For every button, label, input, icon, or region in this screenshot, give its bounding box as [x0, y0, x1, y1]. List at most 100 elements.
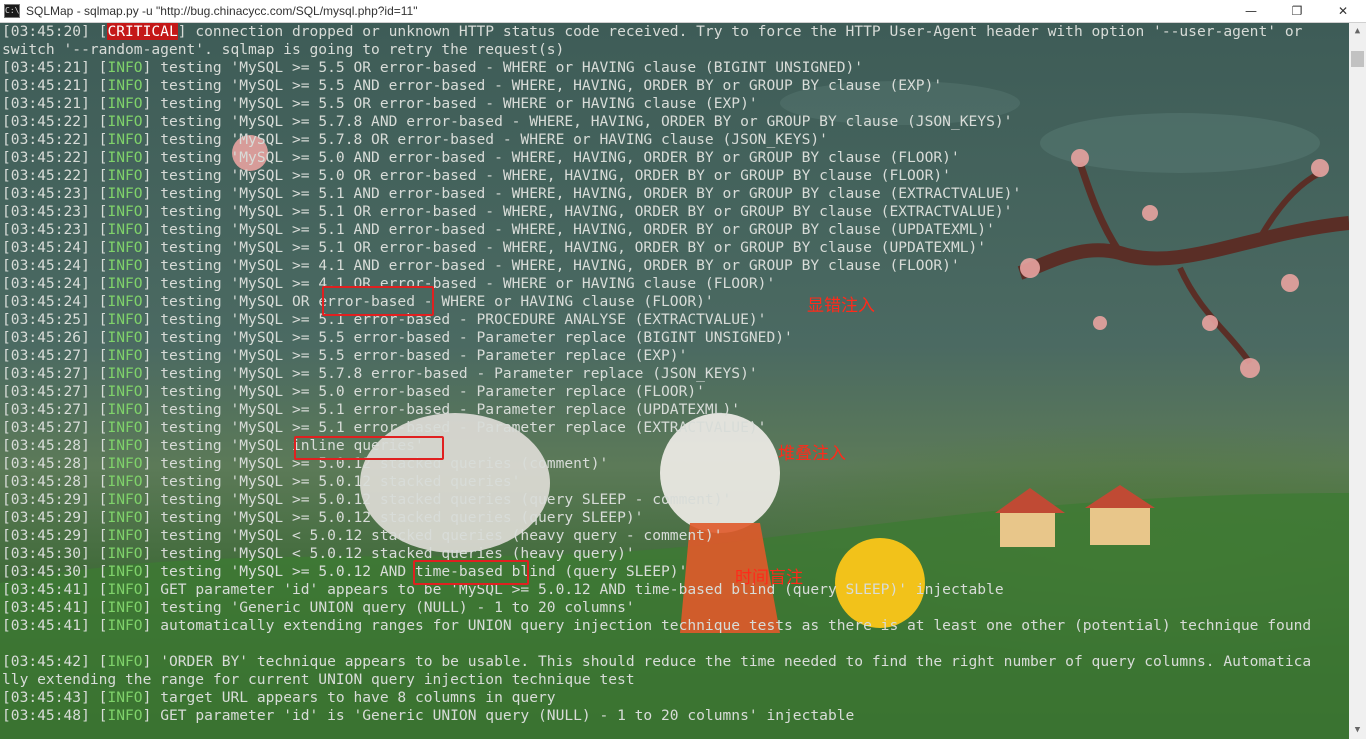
- log-timestamp: [03:45:24]: [2, 257, 90, 274]
- log-level: INFO: [107, 581, 143, 598]
- log-timestamp: [03:45:28]: [2, 455, 90, 472]
- log-level: INFO: [107, 95, 143, 112]
- log-level: INFO: [107, 401, 143, 418]
- log-level: INFO: [107, 275, 143, 292]
- close-button[interactable]: ✕: [1320, 0, 1366, 22]
- log-level: INFO: [107, 131, 143, 148]
- log-timestamp: [03:45:27]: [2, 419, 90, 436]
- minimize-button[interactable]: —: [1228, 0, 1274, 22]
- log-level: INFO: [107, 77, 143, 94]
- log-line: [03:45:22] [INFO] testing 'MySQL >= 5.0 …: [2, 167, 951, 184]
- log-line: [03:45:24] [INFO] testing 'MySQL >= 4.1 …: [2, 275, 776, 292]
- log-level: INFO: [107, 185, 143, 202]
- log-line: [03:45:21] [INFO] testing 'MySQL >= 5.5 …: [2, 59, 864, 76]
- log-line: switch '--random-agent'. sqlmap is going…: [2, 41, 1311, 59]
- log-message: testing 'MySQL >= 5.7.8 error-based - Pa…: [151, 365, 758, 382]
- log-line: [03:45:25] [INFO] testing 'MySQL >= 5.1 …: [2, 311, 767, 328]
- log-line: [03:45:30] [INFO] testing 'MySQL < 5.0.1…: [2, 545, 635, 562]
- highlight-inline-queries: [294, 436, 444, 460]
- log-level: INFO: [107, 59, 143, 76]
- log-message: testing 'MySQL >= 5.1 error-based - PROC…: [151, 311, 767, 328]
- console-output[interactable]: [03:45:20] [CRITICAL] connection dropped…: [0, 23, 1349, 739]
- log-timestamp: [03:45:30]: [2, 545, 90, 562]
- log-message: GET parameter 'id' appears to be 'MySQL …: [151, 581, 1004, 598]
- log-message: testing 'Generic UNION query (NULL) - 1 …: [151, 599, 635, 616]
- log-message: testing 'MySQL >= 5.7.8 AND error-based …: [151, 113, 1013, 130]
- log-level: INFO: [107, 707, 143, 724]
- log-timestamp: [03:45:42]: [2, 653, 90, 670]
- log-message: testing 'MySQL >= 5.0.12 stacked queries…: [151, 509, 644, 526]
- log-line: [03:45:28] [INFO] testing 'MySQL inline …: [2, 437, 424, 454]
- log-message: testing 'MySQL >= 5.5 OR error-based - W…: [151, 95, 758, 112]
- window-title: SQLMap - sqlmap.py -u "http://bug.chinac…: [26, 4, 418, 18]
- log-timestamp: [03:45:28]: [2, 473, 90, 490]
- log-line: [03:45:22] [INFO] testing 'MySQL >= 5.0 …: [2, 149, 960, 166]
- log-line: [03:45:41] [INFO] automatically extendin…: [2, 617, 1312, 634]
- log-message: testing 'MySQL >= 5.5 OR error-based - W…: [151, 59, 864, 76]
- console-icon: C:\: [4, 4, 20, 18]
- scroll-down-icon[interactable]: ▼: [1349, 722, 1366, 739]
- log-line: [03:45:48] [INFO] GET parameter 'id' is …: [2, 707, 855, 724]
- log-timestamp: [03:45:22]: [2, 113, 90, 130]
- log-timestamp: [03:45:27]: [2, 347, 90, 364]
- log-level: INFO: [107, 617, 143, 634]
- title-bar: C:\ SQLMap - sqlmap.py -u "http://bug.ch…: [0, 0, 1366, 23]
- log-line: [03:45:21] [INFO] testing 'MySQL >= 5.5 …: [2, 95, 758, 112]
- log-message: testing 'MySQL >= 5.1 error-based - Para…: [151, 419, 767, 436]
- log-message: testing 'MySQL >= 5.0 AND error-based - …: [151, 149, 960, 166]
- scroll-thumb[interactable]: [1351, 51, 1364, 67]
- window-controls: — ❐ ✕: [1228, 0, 1366, 22]
- log-line: [03:45:30] [INFO] testing 'MySQL >= 5.0.…: [2, 563, 688, 580]
- log-timestamp: [03:45:41]: [2, 581, 90, 598]
- log-timestamp: [03:45:43]: [2, 689, 90, 706]
- log-level: INFO: [107, 167, 143, 184]
- log-line: [03:45:28] [INFO] testing 'MySQL >= 5.0.…: [2, 455, 609, 472]
- log-level: INFO: [107, 347, 143, 364]
- log-line: [03:45:26] [INFO] testing 'MySQL >= 5.5 …: [2, 329, 793, 346]
- log-line: [03:45:29] [INFO] testing 'MySQL >= 5.0.…: [2, 491, 732, 508]
- log-message: testing 'MySQL >= 5.0 OR error-based - W…: [151, 167, 951, 184]
- log-timestamp: [03:45:30]: [2, 563, 90, 580]
- log-timestamp: [03:45:23]: [2, 185, 90, 202]
- log-level: INFO: [107, 653, 143, 670]
- log-level: INFO: [107, 419, 143, 436]
- log-level: INFO: [107, 113, 143, 130]
- log-level: INFO: [107, 149, 143, 166]
- log-message: testing 'MySQL >= 5.7.8 OR error-based -…: [151, 131, 828, 148]
- log-timestamp: [03:45:29]: [2, 527, 90, 544]
- log-timestamp: [03:45:29]: [2, 491, 90, 508]
- log-line: [03:45:23] [INFO] testing 'MySQL >= 5.1 …: [2, 185, 1022, 202]
- restore-button[interactable]: ❐: [1274, 0, 1320, 22]
- log-timestamp: [03:45:41]: [2, 599, 90, 616]
- log-line: [03:45:27] [INFO] testing 'MySQL >= 5.0 …: [2, 383, 705, 400]
- log-timestamp: [03:45:29]: [2, 509, 90, 526]
- vertical-scrollbar[interactable]: ▲ ▼: [1349, 23, 1366, 739]
- log-timestamp: [03:45:24]: [2, 239, 90, 256]
- log-level: INFO: [107, 239, 143, 256]
- log-line: [03:45:27] [INFO] testing 'MySQL >= 5.1 …: [2, 401, 741, 418]
- log-timestamp: [03:45:28]: [2, 437, 90, 454]
- log-level: INFO: [107, 311, 143, 328]
- scroll-up-icon[interactable]: ▲: [1349, 23, 1366, 40]
- log-message: testing 'MySQL >= 4.1 AND error-based - …: [151, 257, 960, 274]
- log-message: 'ORDER BY' technique appears to be usabl…: [151, 653, 1312, 670]
- log-level: INFO: [107, 203, 143, 220]
- log-level: INFO: [107, 257, 143, 274]
- log-level: CRITICAL: [107, 23, 178, 40]
- highlight-error-based: [322, 286, 434, 316]
- log-line: [03:45:22] [INFO] testing 'MySQL >= 5.7.…: [2, 131, 828, 148]
- log-message: switch '--random-agent'. sqlmap is going…: [2, 41, 565, 58]
- log-message: GET parameter 'id' is 'Generic UNION que…: [151, 707, 855, 724]
- log-level: INFO: [107, 221, 143, 238]
- log-timestamp: [03:45:23]: [2, 221, 90, 238]
- log-line: [03:45:20] [CRITICAL] connection dropped…: [2, 23, 1303, 40]
- log-message: testing 'MySQL >= 4.1 OR error-based - W…: [151, 275, 776, 292]
- log-message: testing 'MySQL < 5.0.12 stacked queries …: [151, 527, 723, 544]
- log-line: [03:45:29] [INFO] testing 'MySQL >= 5.0.…: [2, 509, 644, 526]
- log-message: testing 'MySQL >= 5.5 AND error-based - …: [151, 77, 943, 94]
- log-timestamp: [03:45:20]: [2, 23, 90, 40]
- log-level: INFO: [107, 329, 143, 346]
- log-line: [03:45:43] [INFO] target URL appears to …: [2, 689, 556, 706]
- log-line: lly extending the range for current UNIO…: [2, 671, 1311, 689]
